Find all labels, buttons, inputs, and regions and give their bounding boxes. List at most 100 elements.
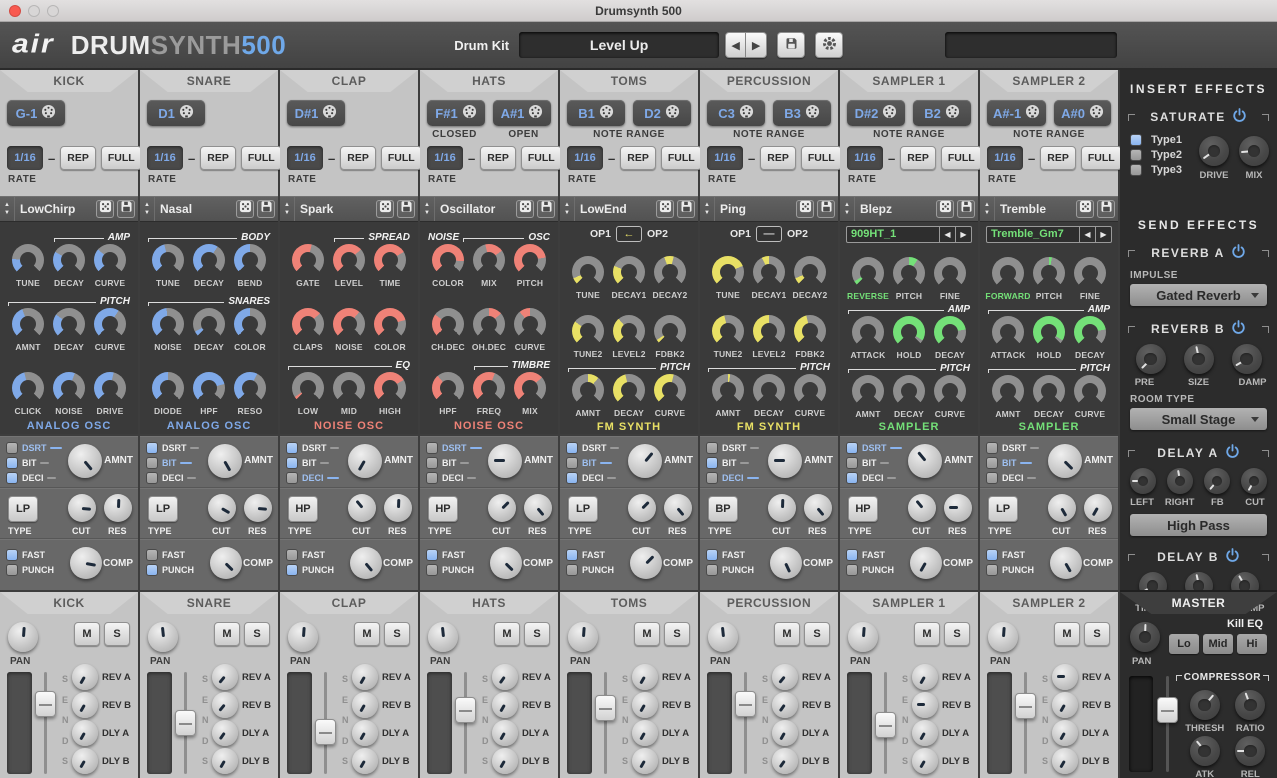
knob-attack[interactable] [992, 316, 1024, 348]
filter-type-button[interactable]: HP [288, 496, 318, 522]
save-preset-button[interactable] [817, 200, 835, 218]
checkbox-deci[interactable] [706, 472, 718, 484]
preset-name[interactable]: Oscillator [435, 202, 516, 216]
knob-decay[interactable] [1033, 375, 1065, 407]
save-kit-button[interactable] [777, 32, 805, 58]
knob-decay[interactable] [1074, 316, 1106, 348]
solo-button[interactable]: S [804, 622, 830, 646]
filter-type-button[interactable]: LP [988, 496, 1018, 522]
knob-tune2[interactable] [712, 315, 744, 347]
preset-spinner[interactable]: ▲▼ [560, 197, 575, 221]
knob-decay[interactable] [753, 374, 785, 406]
knob-gate[interactable] [292, 244, 324, 276]
send-knob-rev-a[interactable] [212, 664, 238, 690]
checkbox-deci[interactable] [426, 472, 438, 484]
mute-button[interactable]: M [1054, 622, 1080, 646]
checkbox-fast[interactable] [146, 549, 158, 561]
send-knob-rev-a[interactable] [912, 664, 938, 690]
rate-value-box[interactable]: 1/16 [567, 146, 603, 170]
checkbox-type1[interactable] [1130, 134, 1142, 146]
resonance-knob[interactable] [384, 494, 412, 522]
checkbox-deci[interactable] [6, 472, 18, 484]
preset-spinner[interactable]: ▲▼ [840, 197, 855, 221]
checkbox-bit[interactable] [986, 457, 998, 469]
knob-decay[interactable] [53, 308, 85, 340]
knob-curve[interactable] [514, 308, 546, 340]
knob-hold[interactable] [1033, 316, 1065, 348]
repeat-button[interactable]: REP [200, 146, 236, 170]
knob-diode[interactable] [152, 372, 184, 404]
knob-mid[interactable] [333, 372, 365, 404]
knob-curve[interactable] [94, 244, 126, 276]
pan-knob[interactable] [568, 622, 598, 652]
checkbox-fast[interactable] [986, 549, 998, 561]
knob-click[interactable] [12, 372, 44, 404]
preset-spinner[interactable]: ▲▼ [420, 197, 435, 221]
knob-mix[interactable] [473, 244, 505, 276]
pan-knob[interactable] [8, 622, 38, 652]
pan-knob[interactable] [988, 622, 1018, 652]
preset-name[interactable]: Tremble [995, 202, 1076, 216]
preset-name[interactable]: Blepz [855, 202, 936, 216]
rate-value-box[interactable]: 1/16 [427, 146, 463, 170]
cutoff-knob[interactable] [628, 494, 656, 522]
knob-fine[interactable] [934, 257, 966, 289]
amount-knob[interactable] [488, 444, 522, 478]
power-icon[interactable] [1225, 548, 1240, 566]
volume-fader[interactable] [175, 710, 196, 736]
note-button[interactable]: B2 [913, 100, 971, 126]
knob-hold[interactable] [893, 316, 925, 348]
checkbox-fast[interactable] [426, 549, 438, 561]
settings-button[interactable] [815, 32, 843, 58]
pan-knob[interactable] [428, 622, 458, 652]
mute-button[interactable]: M [634, 622, 660, 646]
mute-button[interactable]: M [914, 622, 940, 646]
amount-knob[interactable] [628, 444, 662, 478]
knob-chdec[interactable] [432, 308, 464, 340]
note-button[interactable]: D2 [633, 100, 691, 126]
randomize-preset-button[interactable] [516, 200, 534, 218]
knob-drive[interactable] [94, 372, 126, 404]
note-button[interactable]: A#0 [1054, 100, 1111, 126]
randomize-preset-button[interactable] [656, 200, 674, 218]
compressor-bottom-knob-rel[interactable] [1235, 736, 1265, 766]
saturate-knob-drive[interactable] [1199, 136, 1229, 166]
checkbox-bit[interactable] [846, 457, 858, 469]
master-pan-knob[interactable] [1130, 622, 1160, 652]
save-preset-button[interactable] [537, 200, 555, 218]
checkbox-dsrt[interactable] [986, 442, 998, 454]
volume-fader[interactable] [875, 712, 896, 738]
knob-decay1[interactable] [753, 256, 785, 288]
knob-tune2[interactable] [572, 315, 604, 347]
reverb-b-knob-pre[interactable] [1136, 344, 1166, 374]
send-knob-dly-b[interactable] [352, 748, 378, 774]
knob-pitch[interactable] [893, 257, 925, 289]
power-icon[interactable] [1232, 108, 1247, 126]
save-preset-button[interactable] [1097, 200, 1115, 218]
resonance-knob[interactable] [1084, 494, 1112, 522]
filter-type-button[interactable]: LP [8, 496, 38, 522]
cutoff-knob[interactable] [1048, 494, 1076, 522]
note-button[interactable]: B3 [773, 100, 831, 126]
knob-color[interactable] [432, 244, 464, 276]
rate-value-box[interactable]: 1/16 [987, 146, 1023, 170]
send-knob-rev-a[interactable] [632, 664, 658, 690]
note-button[interactable]: D1 [147, 100, 205, 126]
knob-decay[interactable] [193, 244, 225, 276]
checkbox-punch[interactable] [426, 564, 438, 576]
knob-amnt[interactable] [992, 375, 1024, 407]
checkbox-deci[interactable] [566, 472, 578, 484]
knob-level2[interactable] [753, 315, 785, 347]
pan-knob[interactable] [288, 622, 318, 652]
knob-fdbk2[interactable] [794, 315, 826, 347]
note-button[interactable]: C3 [707, 100, 765, 126]
power-icon[interactable] [1231, 320, 1246, 338]
mute-button[interactable]: M [494, 622, 520, 646]
solo-button[interactable]: S [1084, 622, 1110, 646]
checkbox-dsrt[interactable] [146, 442, 158, 454]
knob-freq[interactable] [473, 372, 505, 404]
knob-pitch[interactable] [1033, 257, 1065, 289]
send-knob-dly-b[interactable] [632, 748, 658, 774]
knob-claps[interactable] [292, 308, 324, 340]
save-preset-button[interactable] [117, 200, 135, 218]
